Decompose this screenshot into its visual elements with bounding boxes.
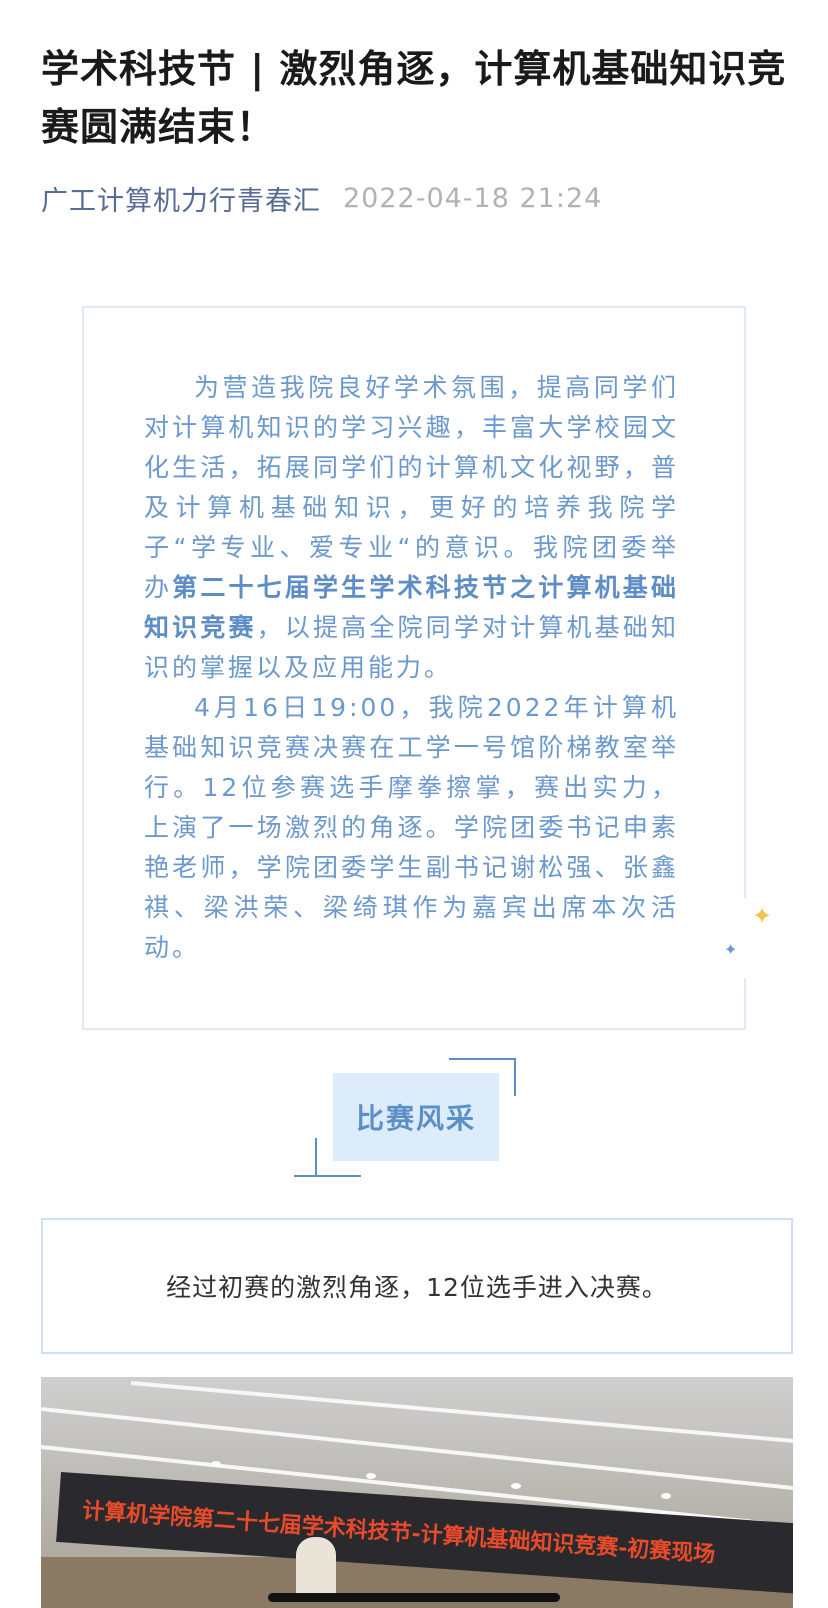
section-label: 比赛风采 — [333, 1073, 499, 1161]
ceiling-light — [661, 1493, 671, 1499]
account-name-link[interactable]: 广工计算机力行青春汇 — [41, 179, 321, 218]
intro-text: 为营造我院良好学术氛围，提高同学们对计算机知识的学习兴趣，丰富大学校园文化生活，… — [144, 368, 679, 968]
intro-paragraph-2: 4月16日19:00，我院2022年计算机基础知识竞赛决赛在工学一号馆阶梯教室举… — [144, 693, 679, 962]
event-photo[interactable]: 计算机学院第二十七届学术科技节-计算机基础知识竞赛-初赛现场 — [41, 1377, 793, 1608]
section-decor-line-bottom-vertical — [315, 1138, 317, 1176]
ceiling-light-strip — [130, 1381, 793, 1447]
section-decor-line-top — [449, 1058, 516, 1060]
info-box: 经过初赛的激烈角逐，12位选手进入决赛。 — [41, 1218, 793, 1354]
ceiling-light — [511, 1483, 521, 1489]
article-meta: 广工计算机力行青春汇 2022-04-18 21:24 — [41, 178, 602, 218]
sparkle-icon-small: ✦ — [724, 940, 738, 959]
article-page: 学术科技节 | 激烈角逐，计算机基础知识竞赛圆满结束！ 广工计算机力行青春汇 2… — [0, 0, 828, 1608]
section-decor-line-bottom — [294, 1175, 361, 1177]
article-title: 学术科技节 | 激烈角逐，计算机基础知识竞赛圆满结束！ — [41, 47, 787, 149]
photo-person — [296, 1537, 336, 1597]
ceiling-light — [211, 1461, 221, 1467]
intro-box: 为营造我院良好学术氛围，提高同学们对计算机知识的学习兴趣，丰富大学校园文化生活，… — [82, 306, 746, 1030]
info-text: 经过初赛的激烈角逐，12位选手进入决赛。 — [166, 1273, 668, 1302]
section-decor-line-top-vertical — [514, 1058, 516, 1096]
ceiling-light — [366, 1473, 376, 1479]
intro-p1-text: 为营造我院良好学术氛围，提高同学们对计算机知识的学习兴趣，丰富大学校园文化生活，… — [144, 373, 679, 602]
sparkle-icon: ✦ — [752, 902, 773, 930]
publish-date: 2022-04-18 21:24 — [343, 182, 603, 214]
home-indicator[interactable] — [268, 1593, 560, 1602]
intro-paragraph-1: 为营造我院良好学术氛围，提高同学们对计算机知识的学习兴趣，丰富大学校园文化生活，… — [144, 368, 679, 688]
